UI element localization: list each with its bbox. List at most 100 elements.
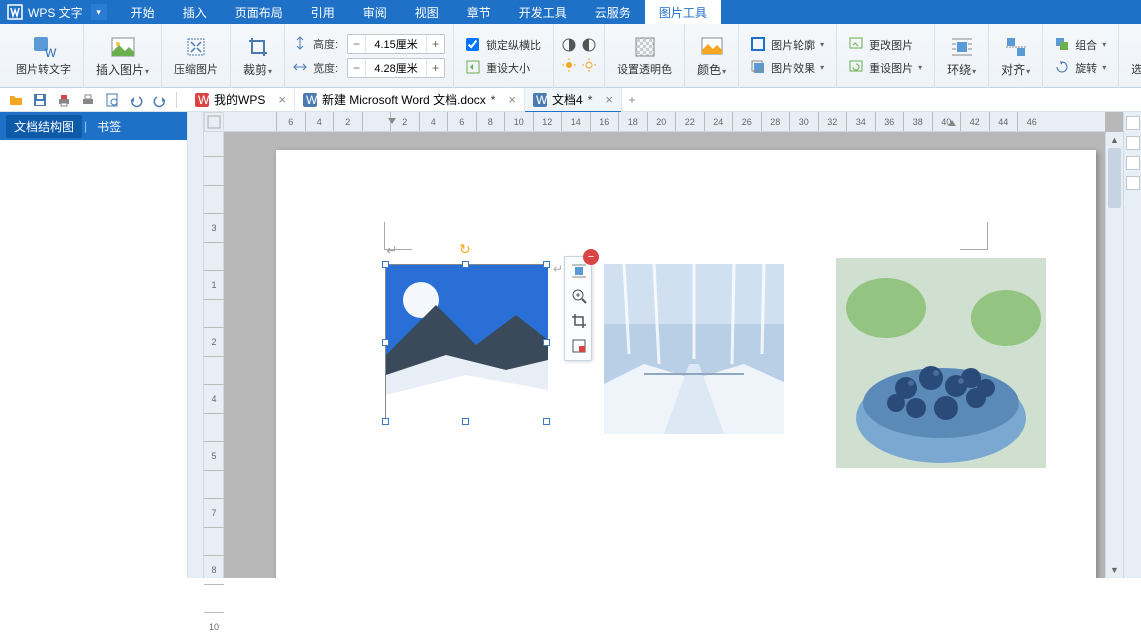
brightness-up-icon[interactable] bbox=[562, 58, 576, 75]
insert-picture-icon bbox=[111, 35, 135, 59]
doc-tab-mywps[interactable]: W 我的WPS × bbox=[187, 88, 295, 112]
ribbon: W 图片转文字 插入图片▾ 压缩图片 裁剪▾ 高度: − bbox=[0, 24, 1141, 88]
close-icon[interactable]: × bbox=[278, 92, 286, 107]
wrap-button[interactable]: 环绕▾ bbox=[943, 33, 980, 80]
new-tab-button[interactable]: + bbox=[622, 93, 642, 107]
resize-handle[interactable] bbox=[462, 261, 469, 268]
export-icon[interactable] bbox=[78, 90, 98, 110]
app-title: WPS 文字 bbox=[28, 4, 83, 21]
wps-icon: W bbox=[195, 93, 209, 107]
resize-handle[interactable] bbox=[382, 418, 389, 425]
tab-home[interactable]: 开始 bbox=[117, 0, 169, 24]
inserted-image-3[interactable] bbox=[836, 258, 1046, 468]
tab-layout[interactable]: 页面布局 bbox=[221, 0, 297, 24]
nav-tab-structure[interactable]: 文档结构图 bbox=[6, 115, 82, 138]
width-input[interactable]: − + bbox=[347, 58, 445, 78]
doc-tab-doc1[interactable]: W 新建 Microsoft Word 文档.docx * × bbox=[295, 88, 525, 112]
close-icon[interactable]: × bbox=[605, 92, 613, 107]
print-icon[interactable] bbox=[54, 90, 74, 110]
preview-icon[interactable] bbox=[102, 90, 122, 110]
effect-button[interactable]: 图片效果▾ bbox=[747, 58, 828, 78]
word-doc-icon: W bbox=[533, 93, 547, 107]
sidebar-tool-4[interactable] bbox=[1126, 176, 1140, 190]
transparency-button[interactable]: 设置透明色 bbox=[613, 33, 676, 79]
compress-picture-button[interactable]: 压缩图片 bbox=[170, 33, 222, 79]
height-minus[interactable]: − bbox=[348, 35, 366, 53]
tab-reference[interactable]: 引用 bbox=[297, 0, 349, 24]
effect-icon bbox=[751, 60, 767, 76]
resize-handle[interactable] bbox=[382, 339, 389, 346]
horizontal-ruler[interactable]: 6422468101214161820222426283032343638404… bbox=[224, 112, 1105, 132]
float-crop-button[interactable] bbox=[568, 310, 590, 332]
sidebar-tool-2[interactable] bbox=[1126, 136, 1140, 150]
pic-to-text-button[interactable]: W 图片转文字 bbox=[12, 33, 75, 79]
undo-icon[interactable] bbox=[126, 90, 146, 110]
resize-handle[interactable] bbox=[543, 261, 550, 268]
save-icon[interactable] bbox=[30, 90, 50, 110]
color-button[interactable]: 颜色▾ bbox=[693, 33, 730, 80]
nav-tab-bookmark[interactable]: 书签 bbox=[89, 115, 129, 138]
gutter bbox=[188, 112, 204, 578]
height-field[interactable] bbox=[366, 35, 426, 53]
width-label: 宽度: bbox=[313, 60, 343, 76]
tab-section[interactable]: 章节 bbox=[453, 0, 505, 24]
lock-ratio-input[interactable] bbox=[466, 38, 479, 51]
lock-ratio-checkbox[interactable]: 锁定纵横比 bbox=[462, 35, 545, 55]
app-menu-dropdown[interactable]: ▾ bbox=[91, 4, 107, 20]
page-canvas[interactable]: ↵ ↻ bbox=[224, 132, 1105, 578]
resize-handle[interactable] bbox=[543, 339, 550, 346]
scroll-down-icon[interactable]: ▼ bbox=[1106, 562, 1123, 578]
contrast-icon[interactable] bbox=[562, 38, 576, 55]
rotate-button[interactable]: 旋转▾ bbox=[1051, 58, 1110, 78]
scrollbar-thumb[interactable] bbox=[1108, 148, 1121, 208]
tab-insert[interactable]: 插入 bbox=[169, 0, 221, 24]
paragraph-mark: ↵ bbox=[553, 262, 563, 276]
tab-dev[interactable]: 开发工具 bbox=[505, 0, 581, 24]
vertical-scrollbar[interactable]: ▲ ▼ bbox=[1105, 132, 1123, 578]
open-icon[interactable] bbox=[6, 90, 26, 110]
svg-text:W: W bbox=[536, 93, 548, 107]
select-pane-button[interactable]: 选择窗格 bbox=[1127, 33, 1141, 79]
height-input[interactable]: − + bbox=[347, 34, 445, 54]
float-reset-button[interactable] bbox=[568, 335, 590, 357]
group-button[interactable]: 组合▾ bbox=[1051, 35, 1110, 55]
brightness-down-icon[interactable] bbox=[582, 58, 596, 75]
height-label: 高度: bbox=[313, 36, 343, 52]
indent-marker-bottom[interactable] bbox=[948, 112, 956, 132]
inserted-image-1[interactable]: ↻ bbox=[385, 264, 547, 422]
align-button[interactable]: 对齐▾ bbox=[997, 33, 1034, 80]
sidebar-tool-3[interactable] bbox=[1126, 156, 1140, 170]
resize-handle[interactable] bbox=[543, 418, 550, 425]
reset-size-button[interactable]: 重设大小 bbox=[462, 58, 545, 78]
rotate-icon bbox=[1055, 60, 1071, 76]
right-sidebar bbox=[1123, 112, 1141, 578]
brightness-icon[interactable] bbox=[582, 38, 596, 55]
change-pic-button[interactable]: 更改图片 bbox=[845, 35, 926, 55]
width-minus[interactable]: − bbox=[348, 59, 366, 77]
reset-pic-button[interactable]: 重设图片▾ bbox=[845, 58, 926, 78]
tab-review[interactable]: 审阅 bbox=[349, 0, 401, 24]
height-plus[interactable]: + bbox=[426, 35, 444, 53]
vertical-ruler[interactable]: 312457810 bbox=[204, 132, 224, 578]
tab-view[interactable]: 视图 bbox=[401, 0, 453, 24]
resize-handle[interactable] bbox=[462, 418, 469, 425]
scroll-up-icon[interactable]: ▲ bbox=[1106, 132, 1123, 148]
width-plus[interactable]: + bbox=[426, 59, 444, 77]
close-toolbar-icon[interactable]: − bbox=[583, 249, 599, 265]
doc-tab-doc2[interactable]: W 文档4 * × bbox=[525, 88, 622, 112]
tab-cloud[interactable]: 云服务 bbox=[581, 0, 645, 24]
close-icon[interactable]: × bbox=[508, 92, 516, 107]
float-zoom-button[interactable] bbox=[568, 285, 590, 307]
tab-picture-tools[interactable]: 图片工具 bbox=[645, 0, 721, 24]
inserted-image-2[interactable] bbox=[604, 264, 784, 434]
sidebar-tool-1[interactable] bbox=[1126, 116, 1140, 130]
resize-handle[interactable] bbox=[382, 261, 389, 268]
width-field[interactable] bbox=[366, 59, 426, 77]
outline-button[interactable]: 图片轮廓▾ bbox=[747, 35, 828, 55]
insert-picture-button[interactable]: 插入图片▾ bbox=[92, 33, 153, 80]
rotate-handle-icon[interactable]: ↻ bbox=[459, 241, 473, 255]
crop-button[interactable]: 裁剪▾ bbox=[239, 33, 276, 80]
redo-icon[interactable] bbox=[150, 90, 170, 110]
menu-tabs: 开始 插入 页面布局 引用 审阅 视图 章节 开发工具 云服务 图片工具 bbox=[117, 0, 721, 24]
indent-marker-top[interactable] bbox=[388, 112, 396, 132]
